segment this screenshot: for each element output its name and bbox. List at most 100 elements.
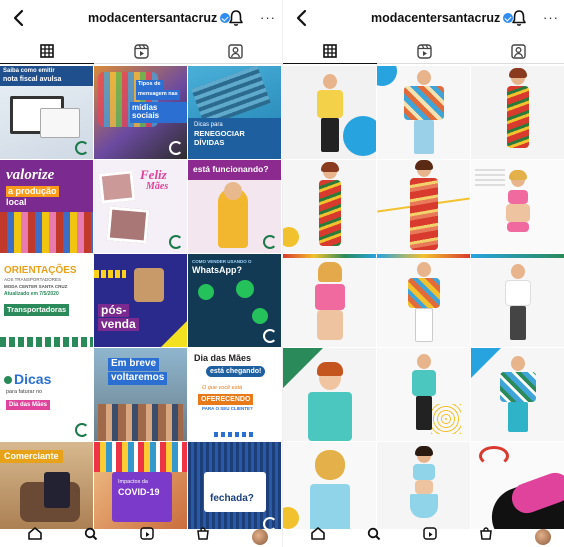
fabrics-illustration — [94, 442, 187, 472]
post-caption: MODA CENTER SANTA CRUZ — [4, 284, 68, 289]
post-caption: Em breve — [108, 358, 160, 371]
shop-icon[interactable] — [479, 527, 493, 545]
more-icon[interactable]: ··· — [260, 10, 276, 25]
post-tile[interactable]: Tipos de mensagem nas mídias sociais — [94, 66, 187, 159]
phone-illustration — [44, 472, 70, 508]
bell-icon[interactable] — [228, 9, 244, 27]
model-figure — [320, 118, 339, 152]
smiley-card-illustration — [134, 268, 164, 302]
post-tile[interactable]: Dia das Mães está chegando! O que você e… — [188, 348, 281, 441]
post-tile[interactable]: Feliz Mães — [94, 160, 187, 253]
model-figure — [317, 262, 342, 282]
post-caption: Dicas — [14, 371, 52, 387]
post-tile[interactable] — [283, 348, 376, 441]
post-tile[interactable] — [471, 442, 564, 535]
brand-logo-icon — [75, 423, 89, 437]
avatar[interactable] — [535, 529, 551, 545]
stripes-decoration — [475, 166, 505, 186]
post-tile[interactable]: ORIENTAÇÕES AOS TRANSPORTADORES MODA CEN… — [0, 254, 93, 347]
tagged-icon — [227, 43, 243, 59]
post-caption: venda — [98, 318, 139, 331]
post-tile[interactable] — [377, 254, 470, 347]
post-caption: WhatsApp? — [192, 265, 242, 275]
tab-reels[interactable] — [94, 38, 188, 64]
tab-reels[interactable] — [377, 38, 471, 64]
model-figure — [414, 308, 433, 342]
post-tile[interactable] — [471, 66, 564, 159]
brand-logo-icon — [263, 235, 277, 249]
brand-logo-icon — [169, 141, 183, 155]
post-tile[interactable] — [471, 160, 564, 253]
model-figure — [322, 74, 337, 89]
post-tile[interactable] — [471, 254, 564, 347]
post-tile[interactable]: Comerciante — [0, 442, 93, 535]
post-tile[interactable]: Em breve voltaremos — [94, 348, 187, 441]
tab-tagged[interactable] — [471, 38, 564, 64]
model-figure — [506, 86, 529, 148]
post-tile[interactable]: fechada? — [188, 442, 281, 535]
post-caption: RENEGOCIAR — [194, 129, 245, 138]
model-figure — [510, 264, 525, 279]
home-icon[interactable] — [28, 527, 42, 545]
model-figure — [314, 450, 345, 480]
model-figure — [507, 402, 528, 432]
post-tile[interactable] — [283, 66, 376, 159]
model-figure — [316, 310, 343, 340]
post-tile[interactable] — [377, 160, 470, 253]
dots-decoration — [0, 337, 93, 347]
post-tile[interactable] — [377, 348, 470, 441]
post-caption: ORIENTAÇÕES — [4, 265, 77, 276]
post-tile[interactable]: Dicas para faturar no Dia das Mães — [0, 348, 93, 441]
model-figure — [407, 278, 440, 308]
tab-grid[interactable] — [0, 38, 94, 64]
whatsapp-icon — [198, 284, 214, 300]
photo-illustration — [106, 206, 150, 244]
bell-icon[interactable] — [511, 9, 527, 27]
post-tile[interactable] — [283, 160, 376, 253]
whatsapp-icon — [236, 280, 254, 298]
post-tile[interactable] — [377, 66, 470, 159]
post-caption: Atualizado em 7/5/2020 — [4, 291, 59, 297]
post-tile[interactable]: COMO VENDER USANDO O WhatsApp? — [188, 254, 281, 347]
post-tile[interactable]: está funcionando? — [188, 160, 281, 253]
post-tile[interactable] — [471, 348, 564, 441]
reels-icon[interactable] — [140, 527, 154, 545]
post-tile[interactable]: Dicas para RENEGOCIAR DÍVIDAS — [188, 66, 281, 159]
post-caption: nota fiscal avulsa — [0, 75, 93, 87]
reels-icon — [416, 43, 432, 59]
tab-tagged[interactable] — [188, 38, 282, 64]
whatsapp-icon — [252, 308, 268, 324]
model-figure — [403, 86, 444, 120]
post-tile[interactable] — [377, 442, 470, 535]
post-tile[interactable]: Saiba como emitir nota fiscal avulsa — [0, 66, 93, 159]
avatar[interactable] — [252, 529, 268, 545]
color-bar-decoration — [471, 254, 564, 258]
photo-illustration — [98, 170, 136, 204]
post-caption: Mães — [146, 181, 169, 192]
search-icon[interactable] — [84, 527, 98, 545]
more-icon[interactable]: ··· — [543, 10, 559, 25]
model-figure — [416, 354, 431, 369]
corner-decoration — [161, 321, 187, 347]
post-caption: Transportadoras — [4, 304, 70, 316]
bottom-nav — [0, 527, 282, 547]
shop-icon[interactable] — [196, 527, 210, 545]
post-tile[interactable]: valorize a produção local — [0, 160, 93, 253]
chevron-left-icon[interactable] — [293, 8, 311, 28]
person-illustration — [224, 182, 242, 200]
home-icon[interactable] — [311, 527, 325, 545]
post-caption: está chegando! — [206, 366, 266, 378]
post-grid: Saiba como emitir nota fiscal avulsa Tip… — [0, 66, 281, 535]
post-tile[interactable] — [283, 254, 376, 347]
tab-grid[interactable] — [283, 38, 377, 64]
post-tile[interactable] — [283, 442, 376, 535]
chevron-left-icon[interactable] — [10, 8, 28, 28]
circle-decoration — [283, 507, 299, 529]
post-tile[interactable]: Impactos da COVID-19 — [94, 442, 187, 535]
post-tile[interactable]: pós- venda — [94, 254, 187, 347]
search-icon[interactable] — [367, 527, 381, 545]
brand-logo-icon — [263, 329, 277, 343]
reels-icon[interactable] — [423, 527, 437, 545]
color-bar-decoration — [283, 254, 376, 258]
post-caption: pós- — [98, 304, 130, 317]
